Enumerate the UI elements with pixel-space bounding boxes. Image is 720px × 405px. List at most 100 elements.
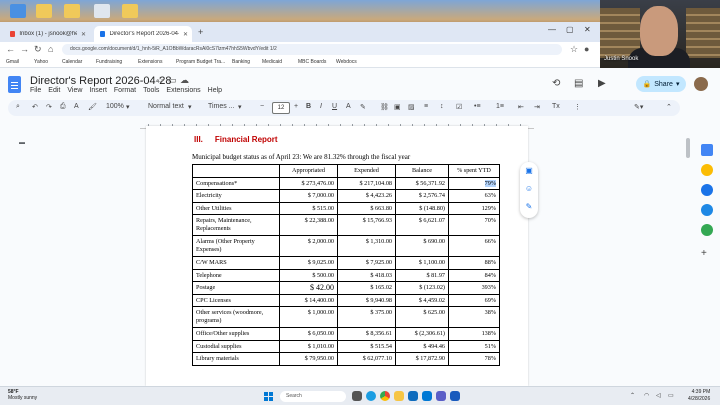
table-cell[interactable]: $ 14,400.00 [279,293,338,307]
table-cell[interactable]: $ 7,925.00 [337,256,396,270]
table-cell[interactable]: Postage [192,281,280,295]
table-cell[interactable]: Compensations* [192,176,280,190]
table-cell[interactable]: $ 663.80 [337,201,396,215]
more-options-icon[interactable]: ⋮ [574,103,581,111]
history-icon[interactable]: ⟲ [552,78,560,89]
bookmark-item[interactable]: Webdocs [336,59,357,65]
table-cell[interactable]: $ 2,576.74 [395,189,449,203]
outlook-icon[interactable] [422,391,432,401]
menu-extensions[interactable]: Extensions [166,87,200,94]
star-icon[interactable]: ☆ [156,75,164,86]
table-cell[interactable]: $ 500.00 [279,268,338,282]
financial-table[interactable]: Appropriated Expended Balance % spent YT… [192,164,500,366]
table-cell[interactable]: CPC Licenses [192,293,280,307]
table-cell[interactable]: 66% [448,235,500,257]
bookmark-item[interactable]: Fundraising [96,59,122,65]
link-icon[interactable]: ⛓ [380,103,389,111]
document-page[interactable]: III. Financial Report Municipal budget st… [146,126,528,386]
bulleted-list-icon[interactable]: •≡ [474,103,481,110]
add-emoji-icon[interactable]: ☺ [524,184,534,194]
folder-icon[interactable] [122,4,138,18]
calendar-icon[interactable] [701,144,713,156]
battery-icon[interactable]: ▭ [668,392,674,399]
close-icon[interactable]: ✕ [183,31,188,38]
docs-logo-icon[interactable] [8,76,21,93]
comments-icon[interactable]: ▤ [574,78,583,89]
table-cell[interactable]: $ 81.97 [395,268,449,282]
teams-icon[interactable] [436,391,446,401]
chrome-icon[interactable] [380,391,390,401]
collapse-icon[interactable]: ⌃ [666,103,672,111]
table-cell[interactable]: $ 17,872.90 [395,352,449,366]
document-title[interactable]: Director's Report 2026-04-28 [30,75,172,87]
folder-icon[interactable] [36,4,52,18]
table-cell[interactable]: $ 375.00 [337,306,396,328]
table-cell[interactable]: $ (2,306.61) [395,327,449,341]
table-cell[interactable]: $ 165.02 [337,281,396,295]
tab-inbox[interactable]: Inbox (1) - jsnook@hemlocklibrary.org ✕ [4,26,90,42]
paint-format-icon[interactable]: 🖌 [88,103,97,111]
style-select[interactable]: Normal text [148,103,184,110]
font-size-input[interactable]: 12 [272,102,290,114]
image-icon[interactable]: ▨ [408,103,415,111]
table-cell[interactable]: 138% [448,327,500,341]
align-icon[interactable]: ≡ [424,103,428,110]
table-cell[interactable]: $ 515.00 [279,201,338,215]
menu-file[interactable]: File [30,87,41,94]
table-cell[interactable]: Other services (woodmore, programs) [192,306,280,328]
table-cell[interactable]: $ 2,000.00 [279,235,338,257]
move-folder-icon[interactable]: ▭ [168,75,177,86]
avatar[interactable] [694,77,708,91]
increase-font-icon[interactable]: + [294,103,298,110]
table-cell[interactable]: 84% [448,268,500,282]
table-cell[interactable]: 51% [448,339,500,353]
print-icon[interactable]: ⎙ [60,103,66,111]
home-icon[interactable]: ⌂ [48,44,53,54]
volume-icon[interactable]: ◁ [656,392,661,399]
table-cell[interactable]: $ 494.46 [395,339,449,353]
table-cell[interactable]: $ 515.54 [337,339,396,353]
table-cell[interactable]: C/W MARS [192,256,280,270]
table-cell[interactable]: Custodial supplies [192,339,280,353]
forward-icon[interactable]: → [20,44,29,54]
share-button[interactable]: 🔒 Share ▾ [636,76,686,92]
table-cell[interactable]: $ 56,371.92 [395,176,449,190]
bold-icon[interactable]: B [306,103,311,110]
decrease-indent-icon[interactable]: ⇤ [518,103,524,111]
table-cell[interactable]: 78% [448,352,500,366]
undo-icon[interactable]: ↶ [32,103,38,111]
bookmark-item[interactable]: Gmail [6,59,19,65]
menu-view[interactable]: View [67,87,82,94]
windows-start-icon[interactable] [264,392,273,401]
spellcheck-icon[interactable]: A [74,103,79,110]
url-input[interactable]: docs.google.com/document/d/1_hnh-5iR_A1O… [62,44,562,55]
table-cell[interactable]: Telephone [192,268,280,282]
meet-icon[interactable]: ▶ [598,78,606,89]
table-cell[interactable]: $ 15,766.93 [337,214,396,236]
table-cell[interactable]: $ (148.80) [395,201,449,215]
table-cell[interactable]: Electricity [192,189,280,203]
numbered-list-icon[interactable]: 1≡ [496,103,504,110]
store-icon[interactable] [408,391,418,401]
tab-directors-report[interactable]: Director's Report 2026-04-28 - G... ✕ [94,26,192,42]
table-cell[interactable]: $ 1,100.00 [395,256,449,270]
table-cell[interactable]: Office/Other supplies [192,327,280,341]
table-cell[interactable]: $ 273,476.00 [279,176,338,190]
table-cell[interactable]: $ 9,940.98 [337,293,396,307]
redo-icon[interactable]: ↷ [46,103,52,111]
line-spacing-icon[interactable]: ↕ [440,103,444,110]
close-window-icon[interactable]: ✕ [584,25,591,34]
table-cell[interactable]: 88% [448,256,500,270]
table-cell[interactable]: $ (123.02) [395,281,449,295]
increase-indent-icon[interactable]: ⇥ [534,103,540,111]
table-cell-selected[interactable]: 79% [448,176,500,190]
suggest-edits-icon[interactable]: ✎ [524,202,534,212]
tasks-icon[interactable] [701,184,713,196]
decrease-font-icon[interactable]: − [260,103,264,110]
menu-tools[interactable]: Tools [143,87,159,94]
table-cell[interactable]: $ 9,025.00 [279,256,338,270]
menu-edit[interactable]: Edit [48,87,60,94]
contacts-icon[interactable] [701,204,713,216]
menu-insert[interactable]: Insert [89,87,107,94]
back-icon[interactable]: ← [6,44,15,54]
